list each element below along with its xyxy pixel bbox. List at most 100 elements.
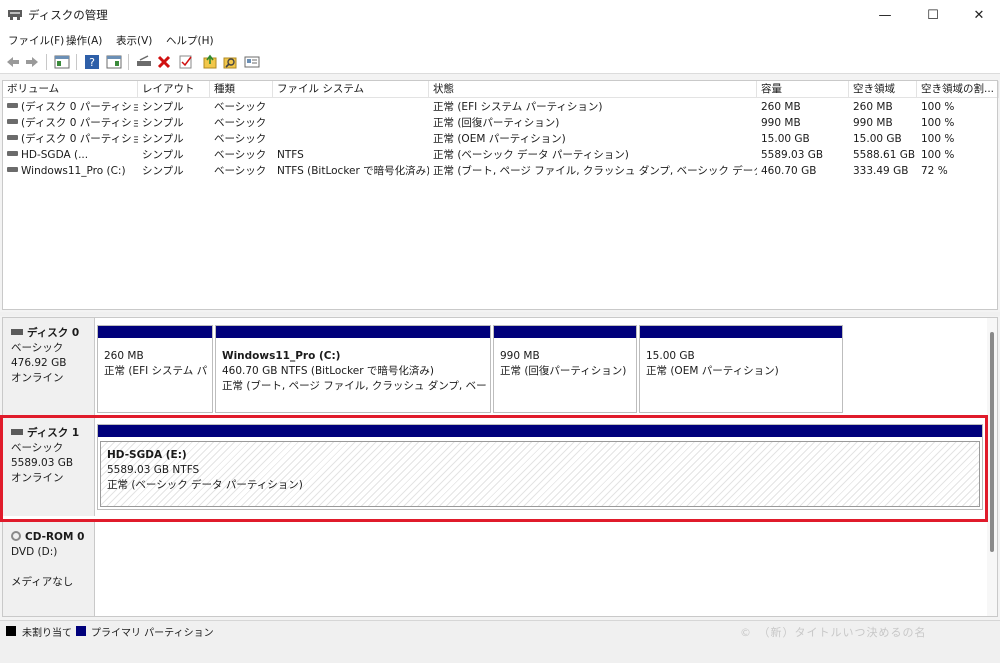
volume-row[interactable]: HD-SGDA (... シンプル ベーシック NTFS 正常 (ベーシック デ… — [3, 147, 997, 163]
disk0-size: 476.92 GB — [11, 357, 67, 369]
column-status[interactable]: 状態 — [429, 81, 757, 98]
volume-name: HD-SGDA (... — [21, 149, 89, 161]
legend-bar: 未割り当て プライマリ パーティション © （新）タイトルいつ決めるの名 — [0, 620, 1000, 640]
partition-size: 5589.03 GB NTFS — [107, 464, 200, 476]
forward-arrow-icon[interactable] — [24, 54, 40, 70]
partition-size: 460.70 GB NTFS (BitLocker で暗号化済み) — [222, 365, 434, 377]
disk1-label[interactable]: ディスク 1 ベーシック 5589.03 GB オンライン — [3, 418, 95, 516]
scrollbar-thumb[interactable] — [990, 332, 994, 552]
volume-free: 990 MB — [853, 117, 893, 129]
volume-free: 260 MB — [853, 101, 893, 113]
column-filesystem[interactable]: ファイル システム — [273, 81, 429, 98]
primary-partition-bar — [494, 326, 636, 338]
maximize-button[interactable]: ☐ — [910, 0, 956, 30]
volume-status: 正常 (ベーシック データ パーティション) — [433, 149, 629, 161]
disk0-partition-recovery[interactable]: 990 MB 正常 (回復パーティション) — [493, 325, 637, 413]
disk-map-scrollbar[interactable] — [987, 318, 997, 616]
volume-filesystem — [273, 131, 429, 147]
toolbar-separator — [46, 54, 47, 70]
volume-capacity: 990 MB — [761, 117, 801, 129]
volume-capacity: 260 MB — [761, 101, 801, 113]
unallocated-swatch — [6, 626, 16, 636]
drive-icon — [7, 103, 18, 108]
toolbar-separator — [76, 54, 77, 70]
volume-capacity: 460.70 GB — [761, 165, 817, 177]
svg-text:?: ? — [89, 56, 95, 69]
volume-list: ボリューム レイアウト 種類 ファイル システム 状態 容量 空き領域 空き領域… — [2, 80, 999, 310]
disk-map: ディスク 0 ベーシック 476.92 GB オンライン 260 MB 正常 (… — [2, 317, 998, 617]
cd-drive-icon — [11, 531, 21, 541]
disk1-partition-e[interactable]: HD-SGDA (E:) 5589.03 GB NTFS 正常 (ベーシック デ… — [97, 424, 983, 510]
minimize-button[interactable]: — — [862, 0, 908, 30]
check-icon[interactable] — [178, 54, 194, 70]
disk-management-app-icon — [8, 10, 22, 20]
column-capacity[interactable]: 容量 — [757, 81, 849, 98]
volume-name: Windows11_Pro (C:) — [21, 165, 126, 177]
volume-row[interactable]: Windows11_Pro (C:) シンプル ベーシック NTFS (BitL… — [3, 163, 997, 179]
volume-free-percent: 100 % — [921, 117, 955, 129]
partition-size: 260 MB — [104, 350, 144, 362]
disk0-type: ベーシック — [11, 342, 64, 354]
volume-layout: シンプル — [142, 101, 184, 113]
volume-layout: シンプル — [142, 133, 184, 145]
volume-row[interactable]: (ディスク 0 パーティション 1) シンプル ベーシック 正常 (EFI シス… — [3, 99, 997, 115]
disk1-size: 5589.03 GB — [11, 457, 74, 469]
cdrom-type: DVD (D:) — [11, 546, 58, 558]
console-tree-icon[interactable] — [54, 54, 70, 70]
drive-icon — [7, 135, 18, 140]
column-free-space[interactable]: 空き領域 — [849, 81, 917, 98]
close-button[interactable]: ✕ — [956, 0, 1000, 30]
volume-type: ベーシック — [214, 133, 267, 145]
menu-action[interactable]: 操作(A) — [66, 33, 102, 48]
import-icon[interactable] — [202, 54, 218, 70]
menu-file[interactable]: ファイル(F) — [8, 33, 64, 48]
disk-icon — [11, 329, 23, 335]
help-icon[interactable]: ? — [84, 54, 100, 70]
disk0-label[interactable]: ディスク 0 ベーシック 476.92 GB オンライン — [3, 318, 95, 416]
disk0-partition-oem[interactable]: 15.00 GB 正常 (OEM パーティション) — [639, 325, 843, 413]
primary-partition-swatch — [76, 626, 86, 636]
partition-size: 990 MB — [500, 350, 540, 362]
volume-layout: シンプル — [142, 165, 184, 177]
column-free-percent[interactable]: 空き領域の割... — [917, 81, 999, 98]
settings-icon[interactable] — [244, 54, 260, 70]
volume-row[interactable]: (ディスク 0 パーティション 4) シンプル ベーシック 正常 (回復パーティ… — [3, 115, 997, 131]
menu-help[interactable]: ヘルプ(H) — [166, 33, 214, 48]
properties-icon[interactable] — [106, 54, 122, 70]
disk0-partition-efi[interactable]: 260 MB 正常 (EFI システム パーテ — [97, 325, 213, 413]
back-arrow-icon[interactable] — [5, 54, 21, 70]
pane-splitter[interactable] — [0, 312, 1000, 316]
volume-row[interactable]: (ディスク 0 パーティション 5) シンプル ベーシック 正常 (OEM パー… — [3, 131, 997, 147]
volume-free: 15.00 GB — [853, 133, 902, 145]
legend-unallocated: 未割り当て — [22, 628, 72, 639]
drive-icon — [7, 119, 18, 124]
volume-status: 正常 (回復パーティション) — [433, 117, 560, 129]
partition-title: Windows11_Pro (C:) — [222, 350, 341, 362]
disk0-name: ディスク 0 — [27, 327, 80, 339]
volume-type: ベーシック — [214, 149, 267, 161]
cdrom-label[interactable]: CD-ROM 0 DVD (D:) メディアなし — [3, 522, 95, 616]
disk1-name: ディスク 1 — [27, 427, 80, 439]
connect-drive-icon[interactable] — [136, 54, 152, 70]
volume-status: 正常 (ブート, ページ ファイル, クラッシュ ダンプ, ベーシック データ … — [433, 165, 757, 177]
window-title: ディスクの管理 — [28, 8, 108, 22]
partition-status: 正常 (OEM パーティション) — [646, 365, 779, 377]
disk-management-window: ディスクの管理 — ☐ ✕ ファイル(F) 操作(A) 表示(V) ヘルプ(H)… — [0, 0, 1000, 663]
volume-name: (ディスク 0 パーティション 5) — [21, 133, 138, 145]
volume-free: 333.49 GB — [853, 165, 909, 177]
menu-view[interactable]: 表示(V) — [116, 33, 152, 48]
column-layout[interactable]: レイアウト — [138, 81, 210, 98]
partition-title: HD-SGDA (E:) — [107, 449, 187, 461]
watermark-text: © （新）タイトルいつ決めるの名 — [740, 626, 927, 639]
drive-icon — [7, 151, 18, 156]
delete-icon[interactable] — [156, 54, 172, 70]
disk1-type: ベーシック — [11, 442, 64, 454]
volume-capacity: 15.00 GB — [761, 133, 810, 145]
volume-capacity: 5589.03 GB — [761, 149, 824, 161]
title-bar: ディスクの管理 — ☐ ✕ — [0, 0, 1000, 30]
column-type[interactable]: 種類 — [210, 81, 273, 98]
volume-free-percent: 100 % — [921, 149, 955, 161]
disk0-partition-c[interactable]: Windows11_Pro (C:) 460.70 GB NTFS (BitLo… — [215, 325, 491, 413]
search-icon[interactable] — [222, 54, 238, 70]
column-volume[interactable]: ボリューム — [3, 81, 138, 98]
